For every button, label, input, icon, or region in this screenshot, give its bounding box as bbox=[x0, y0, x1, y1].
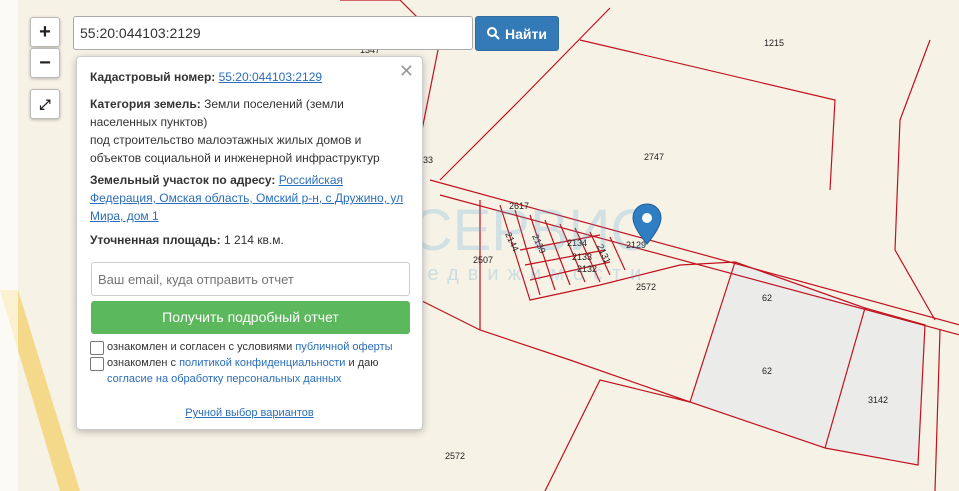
search-button[interactable]: Найти bbox=[475, 16, 559, 51]
privacy-link[interactable]: политикой конфиденциальности bbox=[179, 357, 345, 369]
manual-selection-link[interactable]: Ручной выбор вариантов bbox=[185, 407, 313, 419]
zoom-in-button[interactable]: + bbox=[30, 17, 60, 47]
category-purpose: под строительство малоэтажных жилых домо… bbox=[90, 133, 380, 165]
email-field[interactable] bbox=[91, 262, 410, 296]
manual-selection: Ручной выбор вариантов bbox=[77, 407, 422, 419]
search-button-label: Найти bbox=[505, 25, 547, 42]
parcel-label-3142: 3142 bbox=[868, 395, 888, 405]
address-row: Земельный участок по адресу: Российская … bbox=[90, 171, 410, 225]
offer-checkbox-label: ознакомлен и согласен с условиями публич… bbox=[107, 339, 412, 355]
offer-link[interactable]: публичной оферты bbox=[295, 341, 392, 353]
parcel-label-1215: 1215 bbox=[764, 38, 784, 48]
area-row: Уточненная площадь: 1 214 кв.м. bbox=[90, 231, 410, 249]
search-input[interactable] bbox=[73, 16, 473, 50]
offer-checkbox[interactable] bbox=[90, 341, 104, 355]
parcel-label-2747: 2747 bbox=[644, 152, 664, 162]
search-icon bbox=[487, 27, 500, 40]
cadastral-label: Кадастровый номер: bbox=[90, 70, 216, 84]
privacy-checkbox[interactable] bbox=[90, 357, 104, 371]
parcel-label-33: 33 bbox=[423, 155, 433, 165]
parcel-label-62a: 62 bbox=[762, 293, 772, 303]
get-report-button[interactable]: Получить подробный отчет bbox=[91, 301, 410, 334]
consent-link[interactable]: согласие на обработку персональных данны… bbox=[107, 373, 341, 385]
parcel-label-2572b: 2572 bbox=[445, 451, 465, 461]
address-label: Земельный участок по адресу: bbox=[90, 173, 276, 187]
parcel-info-popup: ✕ Кадастровый номер: 55:20:044103:2129 К… bbox=[76, 56, 423, 430]
offer-text: ознакомлен и согласен с условиями bbox=[107, 341, 293, 353]
area-value: 1 214 кв.м. bbox=[223, 233, 284, 247]
fullscreen-button[interactable]: ⤢ bbox=[30, 89, 60, 119]
cadastral-link[interactable]: 55:20:044103:2129 bbox=[219, 70, 322, 84]
expand-icon: ⤢ bbox=[39, 96, 51, 112]
privacy-and-text: и даю bbox=[348, 357, 379, 369]
cadastral-row: Кадастровый номер: 55:20:044103:2129 bbox=[90, 68, 410, 86]
category-label: Категория земель: bbox=[90, 97, 201, 111]
parcel-label-62b: 62 bbox=[762, 366, 772, 376]
privacy-text: ознакомлен с bbox=[107, 357, 177, 369]
zoom-out-button[interactable]: − bbox=[30, 48, 60, 78]
privacy-checkbox-label: ознакомлен с политикой конфиденциальност… bbox=[107, 355, 412, 387]
category-row: Категория земель: Земли поселений (земли… bbox=[90, 95, 410, 167]
map-edge bbox=[0, 0, 18, 491]
area-label: Уточненная площадь: bbox=[90, 233, 221, 247]
